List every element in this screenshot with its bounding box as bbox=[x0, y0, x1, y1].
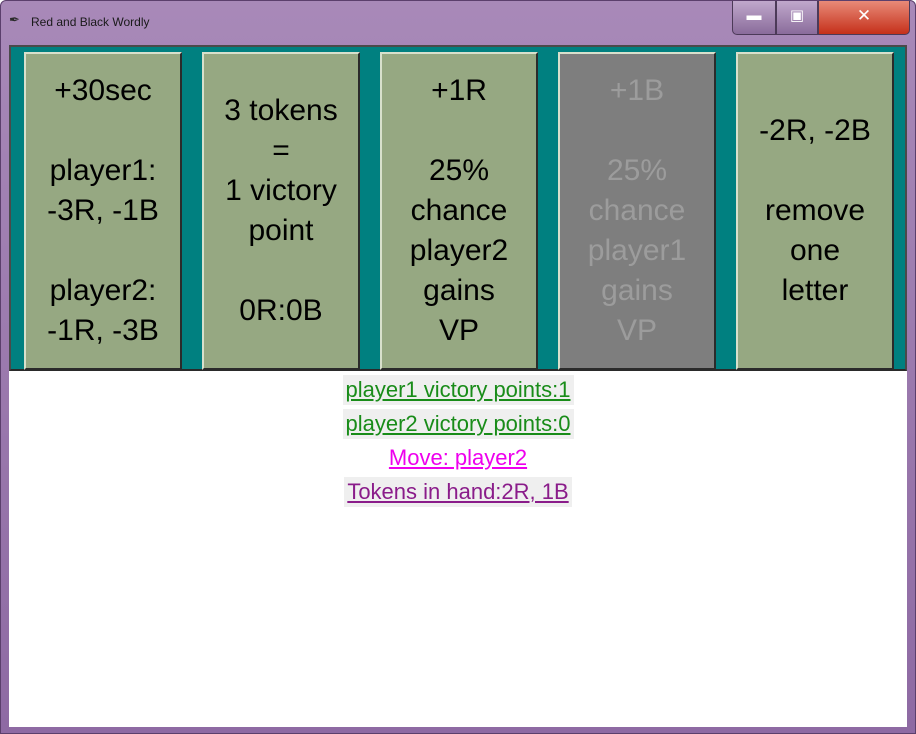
status-area: player1 victory points:1 player2 victory… bbox=[9, 375, 907, 511]
card-add-time[interactable]: +30sec player1: -3R, -1B player2: -1R, -… bbox=[24, 52, 182, 370]
player1-victory-points: player1 victory points:1 bbox=[342, 375, 574, 405]
card-add-black: +1B 25% chance player1 gains VP bbox=[558, 52, 716, 370]
maximize-button[interactable]: ▣ bbox=[776, 1, 818, 35]
minimize-icon: ▬ bbox=[746, 7, 762, 24]
app-window: ✒ Red and Black Wordly ▬ ▣ ✕ +30sec play… bbox=[0, 0, 916, 734]
tokens-in-hand: Tokens in hand:2R, 1B bbox=[344, 477, 572, 507]
card-tokens-to-victory[interactable]: 3 tokens = 1 victory point 0R:0B bbox=[202, 52, 360, 370]
minimize-button[interactable]: ▬ bbox=[732, 1, 776, 35]
card-remove-letter[interactable]: -2R, -2B remove one letter bbox=[736, 52, 894, 370]
player2-victory-points: player2 victory points:0 bbox=[342, 409, 574, 439]
client-area: +30sec player1: -3R, -1B player2: -1R, -… bbox=[9, 45, 907, 727]
action-card-panel: +30sec player1: -3R, -1B player2: -1R, -… bbox=[9, 45, 907, 371]
close-icon: ✕ bbox=[856, 6, 872, 25]
title-bar[interactable]: ✒ Red and Black Wordly ▬ ▣ ✕ bbox=[1, 1, 915, 39]
feather-icon: ✒ bbox=[9, 12, 20, 27]
close-button[interactable]: ✕ bbox=[818, 1, 910, 35]
card-add-red[interactable]: +1R 25% chance player2 gains VP bbox=[380, 52, 538, 370]
current-move: Move: player2 bbox=[385, 443, 531, 473]
maximize-icon: ▣ bbox=[789, 7, 805, 24]
window-title: Red and Black Wordly bbox=[31, 15, 150, 29]
